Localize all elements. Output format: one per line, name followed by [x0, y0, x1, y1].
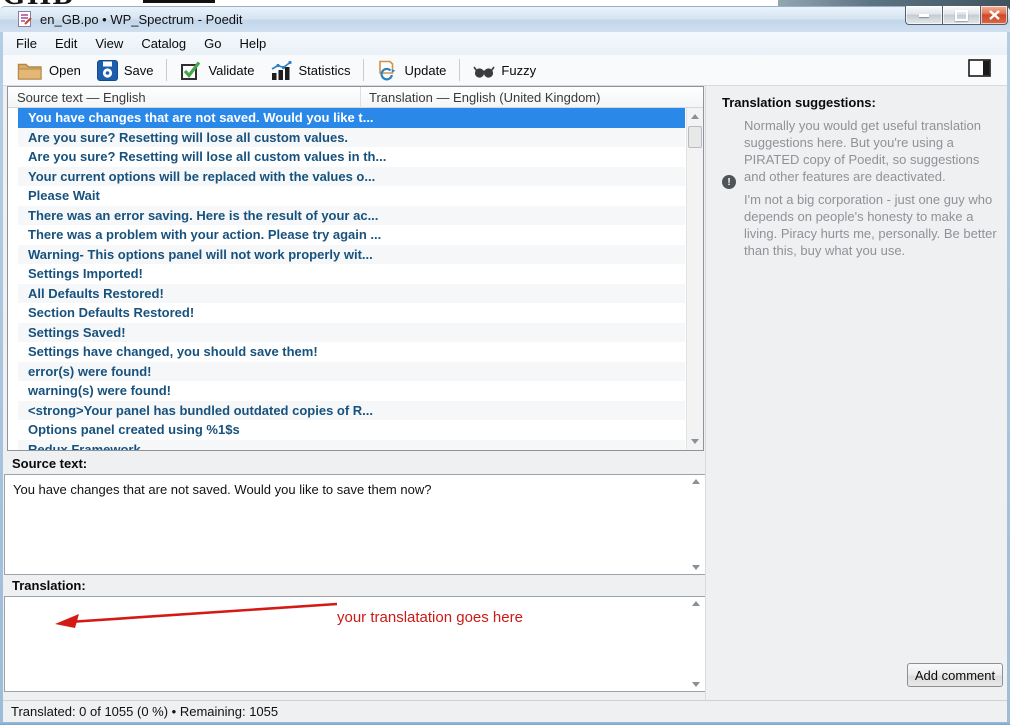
column-header-translation[interactable]: Translation — English (United Kingdom) [360, 87, 600, 108]
statistics-button[interactable]: Statistics [262, 57, 358, 84]
list-item[interactable]: Redux Framework [18, 440, 685, 451]
list-item[interactable]: Warning- This options panel will not wor… [18, 245, 685, 265]
menu-view[interactable]: View [86, 33, 132, 54]
validate-check-icon [180, 60, 202, 81]
translation-scrollbar[interactable] [689, 598, 704, 690]
source-text-label: Source text: [7, 454, 87, 472]
status-bar: Translated: 0 of 1055 (0 %) • Remaining:… [3, 700, 1007, 722]
maximize-icon [955, 10, 968, 21]
suggestions-title: Translation suggestions: [722, 95, 876, 110]
save-label: Save [124, 63, 154, 78]
window-title: en_GB.po • WP_Spectrum - Poedit [40, 12, 243, 27]
add-comment-button[interactable]: Add comment [907, 663, 1003, 687]
list-item[interactable]: Are you sure? Resetting will lose all cu… [18, 128, 685, 148]
menu-catalog[interactable]: Catalog [132, 33, 195, 54]
list-item[interactable]: Settings have changed, you should save t… [18, 342, 685, 362]
translation-input[interactable]: your translatation goes here [4, 596, 706, 692]
fuzzy-button[interactable]: Fuzzy [465, 58, 544, 82]
toolbar-separator [459, 59, 460, 81]
background-fragment-bar [143, 0, 215, 3]
menu-edit[interactable]: Edit [46, 33, 86, 54]
sidebar-toggle-icon [968, 59, 991, 77]
minimize-icon [919, 14, 929, 17]
update-label: Update [404, 63, 446, 78]
open-label: Open [49, 63, 81, 78]
list-item[interactable]: Are you sure? Resetting will lose all cu… [18, 147, 685, 167]
menu-go[interactable]: Go [195, 33, 230, 54]
list-item[interactable]: error(s) were found! [18, 362, 685, 382]
source-scrollbar[interactable] [689, 476, 704, 573]
poedit-app-icon [17, 11, 33, 27]
scroll-down-icon[interactable] [692, 682, 700, 687]
status-text: Translated: 0 of 1055 (0 %) • Remaining:… [11, 704, 278, 719]
list-item[interactable]: Settings Saved! [18, 323, 685, 343]
toolbar: Open Save Validate Statistics [3, 55, 1007, 86]
scroll-up-icon[interactable] [687, 108, 703, 125]
list-item[interactable]: Section Defaults Restored! [18, 303, 685, 323]
fuzzy-label: Fuzzy [501, 63, 536, 78]
minimize-button[interactable] [905, 6, 943, 25]
scroll-up-icon[interactable] [692, 601, 700, 606]
translation-list: You have changes that are not saved. Wou… [18, 108, 685, 450]
suggestions-paragraph-2: I'm not a big corporation - just one guy… [744, 191, 998, 259]
toolbar-separator [166, 59, 167, 81]
close-button[interactable] [980, 6, 1008, 25]
source-text-value: You have changes that are not saved. Wou… [13, 481, 683, 498]
toolbar-separator [363, 59, 364, 81]
column-header-source[interactable]: Source text — English [17, 87, 146, 108]
folder-open-icon [17, 60, 43, 81]
scroll-up-icon[interactable] [692, 479, 700, 484]
scroll-down-icon[interactable] [692, 565, 700, 570]
statistics-chart-icon [270, 60, 292, 81]
window-controls [905, 6, 1008, 25]
list-item[interactable]: Your current options will be replaced wi… [18, 167, 685, 187]
list-item[interactable]: <strong>Your panel has bundled outdated … [18, 401, 685, 421]
suggestions-paragraph-1: Normally you would get useful translatio… [744, 117, 998, 185]
open-button[interactable]: Open [9, 57, 89, 84]
statistics-label: Statistics [298, 63, 350, 78]
list-item[interactable]: warning(s) were found! [18, 381, 685, 401]
validate-label: Validate [208, 63, 254, 78]
list-item[interactable]: Please Wait [18, 186, 685, 206]
entries-list-panel: Source text — English Translation — Engl… [7, 86, 704, 451]
client-area: Source text — English Translation — Engl… [3, 86, 1007, 700]
title-bar: en_GB.po • WP_Spectrum - Poedit [0, 6, 1010, 32]
list-item[interactable]: Options panel created using %1$s [18, 420, 685, 440]
save-floppy-icon [97, 60, 118, 81]
list-item[interactable]: All Defaults Restored! [18, 284, 685, 304]
source-text-box[interactable]: You have changes that are not saved. Wou… [4, 474, 706, 575]
scrollbar-thumb[interactable] [688, 126, 702, 148]
list-item[interactable]: There was an error saving. Here is the r… [18, 206, 685, 226]
update-refresh-icon [377, 60, 398, 81]
menu-file[interactable]: File [7, 33, 46, 54]
menu-help[interactable]: Help [230, 33, 275, 54]
exclamation-icon: ! [722, 175, 736, 189]
save-button[interactable]: Save [89, 57, 162, 84]
fuzzy-glasses-icon [473, 61, 495, 79]
list-item[interactable]: There was a problem with your action. Pl… [18, 225, 685, 245]
maximize-button[interactable] [943, 6, 980, 25]
menu-bar: File Edit View Catalog Go Help [3, 32, 1007, 55]
close-icon [989, 10, 1000, 20]
validate-button[interactable]: Validate [172, 57, 262, 84]
translation-label: Translation: [7, 576, 86, 594]
list-item[interactable]: You have changes that are not saved. Wou… [18, 108, 685, 128]
list-scrollbar[interactable] [686, 108, 703, 450]
update-button[interactable]: Update [369, 57, 454, 84]
scroll-down-icon[interactable] [687, 433, 703, 450]
list-item[interactable]: Settings Imported! [18, 264, 685, 284]
annotation-text: your translatation goes here [337, 609, 523, 626]
suggestions-sidebar: Translation suggestions: Normally you wo… [705, 86, 1007, 700]
list-header: Source text — English Translation — Engl… [8, 87, 703, 108]
sidebar-toggle-button[interactable] [968, 59, 991, 82]
